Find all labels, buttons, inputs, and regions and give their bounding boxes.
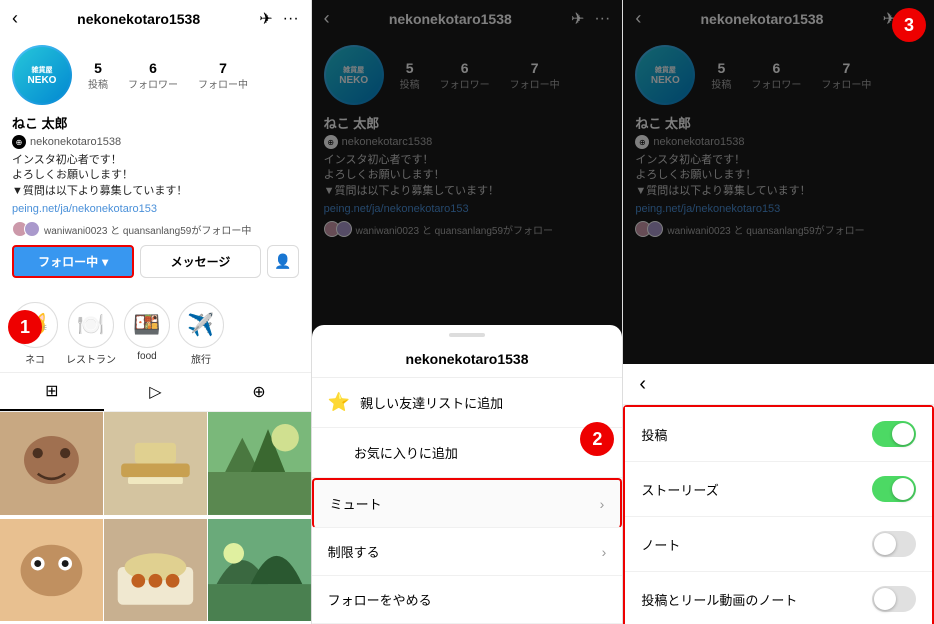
panel1-bio: インスタ初心者です！よろしくお願いします！▼質問は以下より募集しています！: [12, 153, 299, 199]
panel1-action-buttons: フォロー中 ▾ メッセージ 👤: [12, 245, 299, 278]
mute-chevron-icon: ›: [600, 496, 605, 512]
grid-icon: ⊞: [45, 381, 58, 401]
mute-posts-label: 投稿: [641, 425, 667, 444]
panel1-step-number: 1: [8, 310, 42, 344]
mutual-avatar-2: [24, 221, 40, 237]
mute-row-notes: ノート: [625, 517, 932, 572]
photo-4[interactable]: [0, 519, 103, 622]
restrict-chevron-icon: ›: [602, 544, 607, 560]
menu-item-restrict[interactable]: 制限する ›: [312, 528, 623, 576]
menu-item-favorite[interactable]: ☆ お気に入りに追加: [312, 428, 623, 478]
mute-stories-toggle[interactable]: [872, 476, 916, 502]
photo-1[interactable]: [0, 412, 103, 515]
panel1-message-button[interactable]: メッセージ: [140, 245, 260, 278]
mute-posts-toggle[interactable]: [872, 421, 916, 447]
panel1-tab-reels[interactable]: ▷: [104, 373, 208, 411]
panel3-step-number: 3: [892, 8, 926, 42]
mute-notes-toggle[interactable]: [872, 531, 916, 557]
mute-notes-label: ノート: [641, 535, 680, 554]
panel1-handle-row: ⊕ nekonekotaro1538: [12, 135, 299, 149]
close-friends-text: 親しい友達リストに追加: [360, 393, 503, 412]
panel1-thread-icon: ⊕: [12, 135, 26, 149]
panel1-stat-posts: 5 投稿: [88, 60, 108, 91]
panel1-link[interactable]: peing.net/ja/nekonekotaro153: [12, 203, 299, 215]
unfollow-text: フォローをやめる: [328, 590, 432, 609]
panel1-highlight-restaurant[interactable]: 🍽️ レストラン: [66, 302, 116, 366]
panel1-photo-grid: [0, 412, 311, 624]
panel1-avatar: 雑貨屋 NEKO: [12, 45, 72, 105]
panel1-tabs: ⊞ ▷ ⊕: [0, 372, 311, 412]
mute-row-stories: ストーリーズ: [625, 462, 932, 517]
photo-2[interactable]: [104, 412, 207, 515]
panel1-name: ねこ 太郎: [12, 113, 299, 132]
mute-row-posts: 投稿: [625, 407, 932, 462]
panel-2: ‹ nekonekotaro1538 ✈ ··· 雑貨屋 NEKO 5 投稿: [312, 0, 624, 624]
panel1-add-friend-button[interactable]: 👤: [267, 245, 299, 278]
toggle-knob: [892, 423, 914, 445]
mute-header: ‹ ミュート: [623, 364, 934, 405]
mute-row-reel-notes: 投稿とリール動画のノート: [625, 572, 932, 624]
panel-3: ‹ nekonekotaro1538 ✈ ··· 雑貨屋 NEKO 5 投稿: [623, 0, 934, 624]
reels-icon: ▷: [149, 382, 161, 402]
mute-text: ミュート: [330, 494, 382, 513]
panel1-handle: nekonekotaro1538: [30, 136, 121, 148]
close-friends-icon: ⭐: [328, 392, 350, 413]
menu-item-unfollow[interactable]: フォローをやめる: [312, 576, 623, 624]
panel1-more-icon[interactable]: ···: [283, 10, 299, 28]
photo-5[interactable]: [104, 519, 207, 622]
favorite-text: お気に入りに追加: [354, 443, 458, 462]
mute-stories-label: ストーリーズ: [641, 480, 718, 499]
panel1-profile: 雑貨屋 NEKO 5 投稿 6 フォロワー 7 フォロー中: [0, 37, 311, 296]
menu-item-close-friends[interactable]: ⭐ 親しい友達リストに追加: [312, 378, 623, 428]
panel1-mutual-text: waniwani0023 と quansanlang59がフォロー中: [44, 222, 251, 237]
panel3-mute-panel: ‹ ミュート 投稿 ストーリーズ ノート: [623, 364, 934, 624]
panel2-bottom-sheet: nekonekotaro1538 ⭐ 親しい友達リストに追加 ☆ お気に入りに追…: [312, 325, 623, 624]
photo-6[interactable]: [208, 519, 311, 622]
sheet-handle: [449, 333, 485, 337]
panel1-highlight-travel[interactable]: ✈️ 旅行: [178, 302, 224, 366]
panel1-stat-following[interactable]: 7 フォロー中: [198, 60, 248, 91]
panel1-stat-followers[interactable]: 6 フォロワー: [128, 60, 178, 91]
panel1-back-icon[interactable]: ‹: [12, 8, 18, 29]
panel1-follow-button[interactable]: フォロー中 ▾: [12, 245, 134, 278]
mute-options-box: 投稿 ストーリーズ ノート: [623, 405, 934, 624]
panel1-send-icon[interactable]: ✈: [259, 9, 272, 29]
mute-back-icon[interactable]: ‹: [639, 373, 646, 396]
panel1-highlight-food[interactable]: 🍱 food: [124, 302, 170, 366]
restrict-text: 制限する: [328, 542, 380, 561]
photo-3[interactable]: [208, 412, 311, 515]
tagged-icon: ⊕: [252, 382, 265, 402]
favorite-icon: ☆: [328, 442, 344, 463]
panel-1: ‹ nekonekotaro1538 ✈ ··· 雑貨屋 NEKO 5: [0, 0, 312, 624]
mute-reel-notes-label: 投稿とリール動画のノート: [641, 590, 797, 609]
panel1-mutual: waniwani0023 と quansanlang59がフォロー中: [12, 221, 299, 237]
panel1-add-person-icon: 👤: [274, 253, 291, 270]
panel1-topnav: ‹ nekonekotaro1538 ✈ ···: [0, 0, 311, 37]
panel2-sheet-title: nekonekotaro1538: [312, 345, 623, 378]
panel1-tab-grid[interactable]: ⊞: [0, 373, 104, 411]
panel1-highlights: 🐱 ネコ 🍽️ レストラン 🍱 food ✈️ 旅行: [0, 296, 311, 372]
mute-reel-notes-toggle[interactable]: [872, 586, 916, 612]
mute-title: ミュート: [751, 374, 807, 394]
panel1-username: nekonekotaro1538: [77, 11, 200, 27]
menu-item-mute[interactable]: ミュート ›: [312, 478, 623, 528]
panel1-tab-tagged[interactable]: ⊕: [207, 373, 311, 411]
